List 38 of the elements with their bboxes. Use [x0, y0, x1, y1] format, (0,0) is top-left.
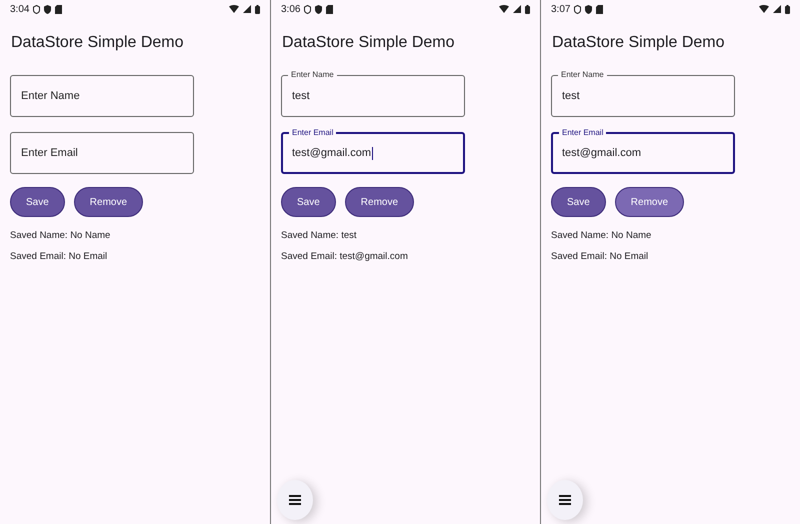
save-button[interactable]: Save: [551, 187, 606, 217]
saved-value-text: Saved Email: No Email: [10, 250, 108, 263]
wifi-icon: [499, 5, 509, 13]
sd-card-icon: [55, 4, 62, 14]
save-button[interactable]: Save: [10, 187, 65, 217]
saved-value-text: Saved Name: No Name: [551, 229, 652, 242]
saved-value-text: Saved Name: No Name: [10, 229, 112, 242]
status-time: 3:04: [10, 4, 30, 14]
signal-icon: [243, 5, 251, 13]
field-label: Enter Name: [288, 70, 337, 80]
battery-icon: [785, 4, 790, 14]
status-time: 3:06: [281, 4, 300, 14]
name-field[interactable]: Enter Name: [10, 75, 194, 117]
status-time: 3:07: [551, 4, 570, 14]
field-label: Enter Name: [558, 70, 607, 80]
app-title: DataStore Simple Demo: [11, 33, 185, 53]
menu-icon: [289, 495, 301, 505]
battery-icon: [255, 4, 260, 14]
saved-value-text: Saved Email: test@gmail.com: [281, 250, 409, 263]
sd-card-icon: [596, 4, 604, 14]
signal-icon: [773, 5, 781, 13]
email-field[interactable]: Enter Email: [10, 132, 194, 174]
app-title: DataStore Simple Demo: [552, 33, 726, 53]
remove-button[interactable]: Remove: [614, 187, 684, 217]
wifi-icon: [229, 5, 239, 13]
remove-button[interactable]: Remove: [74, 187, 144, 217]
saved-value-text: Saved Name: test: [281, 229, 358, 242]
menu-icon: [559, 495, 571, 505]
signal-icon: [513, 5, 521, 13]
battery-icon: [525, 4, 530, 14]
saved-value-text: Saved Email: No Email: [551, 250, 650, 263]
wifi-icon: [759, 5, 769, 13]
sd-card-icon: [326, 4, 334, 14]
app-title: DataStore Simple Demo: [282, 33, 456, 53]
field-label: Enter Email: [289, 128, 336, 138]
field-label: Enter Email: [559, 128, 606, 138]
remove-button[interactable]: Remove: [344, 187, 414, 217]
save-button[interactable]: Save: [281, 187, 336, 217]
